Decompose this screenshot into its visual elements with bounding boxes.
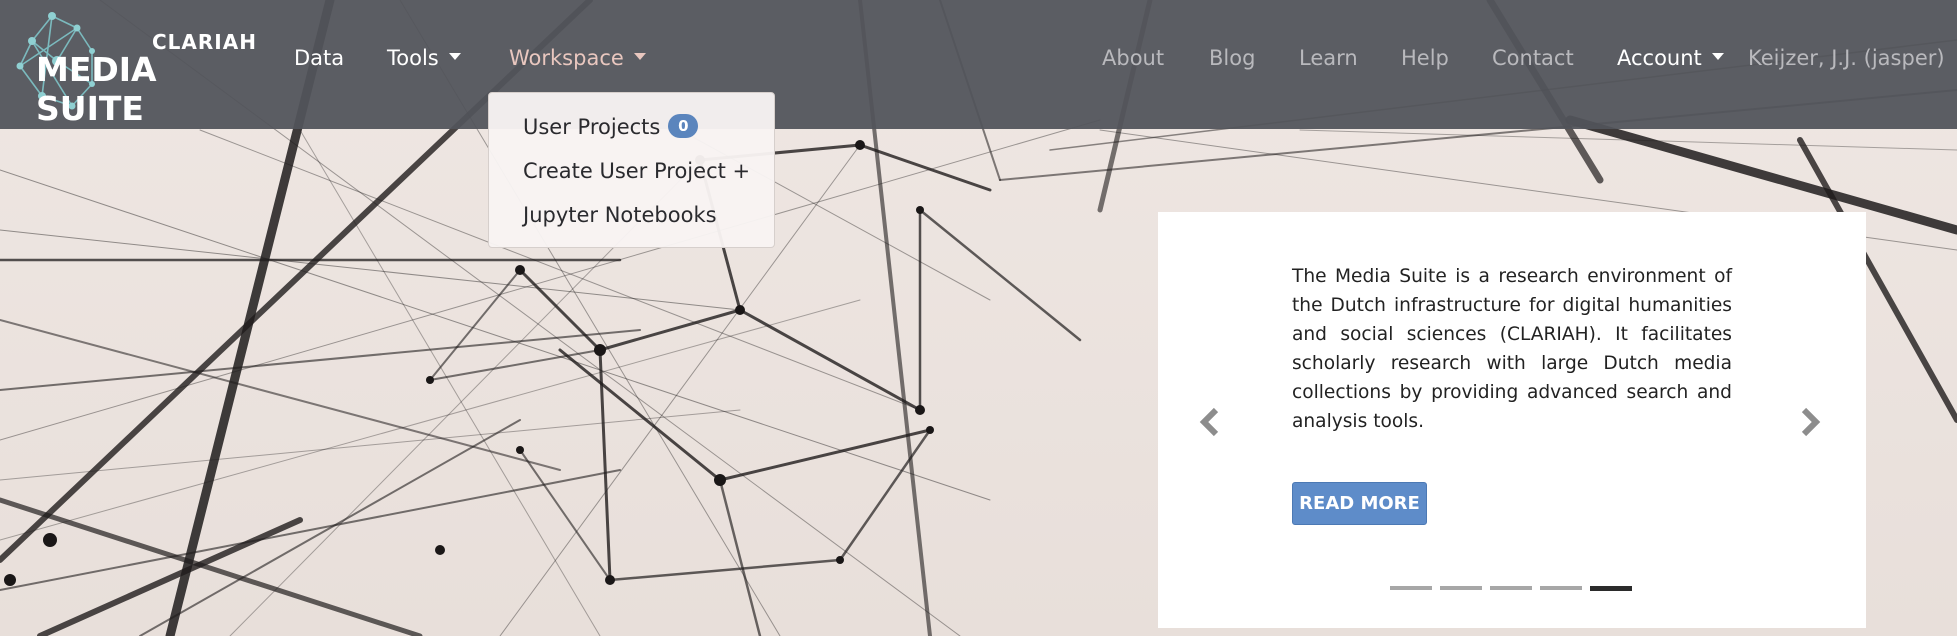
nav-account-label: Account <box>1617 46 1702 70</box>
brand-logo[interactable]: CLARIAH MEDIA SUITE <box>12 6 256 128</box>
nav-workspace-label: Workspace <box>509 46 624 70</box>
nav-contact[interactable]: Contact <box>1492 46 1574 70</box>
chevron-right-icon <box>1801 407 1821 437</box>
nav-tools-label: Tools <box>387 46 439 70</box>
caret-down-icon <box>1711 52 1724 60</box>
nav-account[interactable]: Account <box>1617 46 1724 70</box>
carousel-indicator-2[interactable] <box>1440 586 1482 590</box>
nav-tools[interactable]: Tools <box>387 46 461 70</box>
carousel-indicators <box>1390 586 1650 592</box>
brand-main-text: MEDIA SUITE <box>36 50 157 128</box>
carousel-next-button[interactable] <box>1794 402 1824 442</box>
caret-down-icon <box>633 52 646 60</box>
nav-workspace[interactable]: Workspace <box>509 46 646 70</box>
menu-item-create-user-project[interactable]: Create User Project + <box>523 159 750 183</box>
carousel-indicator-5[interactable] <box>1590 586 1632 591</box>
nav-help[interactable]: Help <box>1401 46 1449 70</box>
nav-learn[interactable]: Learn <box>1299 46 1358 70</box>
nav-about[interactable]: About <box>1102 46 1164 70</box>
top-navbar: CLARIAH MEDIA SUITE Data Tools Workspace… <box>0 0 1957 129</box>
carousel-indicator-3[interactable] <box>1490 586 1532 590</box>
carousel-indicator-1[interactable] <box>1390 586 1432 590</box>
nav-data[interactable]: Data <box>294 46 344 70</box>
menu-item-jupyter-notebooks[interactable]: Jupyter Notebooks <box>523 203 717 227</box>
nav-blog[interactable]: Blog <box>1209 46 1255 70</box>
nav-user-name[interactable]: Keijzer, J.J. (jasper) <box>1748 46 1945 70</box>
carousel-prev-button[interactable] <box>1196 402 1226 442</box>
user-projects-count-badge: 0 <box>668 114 699 138</box>
workspace-dropdown-menu: User Projects 0 Create User Project + Jup… <box>488 92 775 248</box>
menu-item-user-projects[interactable]: User Projects 0 <box>523 114 699 140</box>
carousel-indicator-4[interactable] <box>1540 586 1582 590</box>
caret-down-icon <box>448 52 461 60</box>
menu-item-label: User Projects <box>523 115 661 139</box>
intro-description: The Media Suite is a research environmen… <box>1292 266 1732 432</box>
chevron-left-icon <box>1199 407 1219 437</box>
intro-carousel-card: The Media Suite is a research environmen… <box>1158 212 1866 628</box>
read-more-button[interactable]: READ MORE <box>1292 482 1427 525</box>
